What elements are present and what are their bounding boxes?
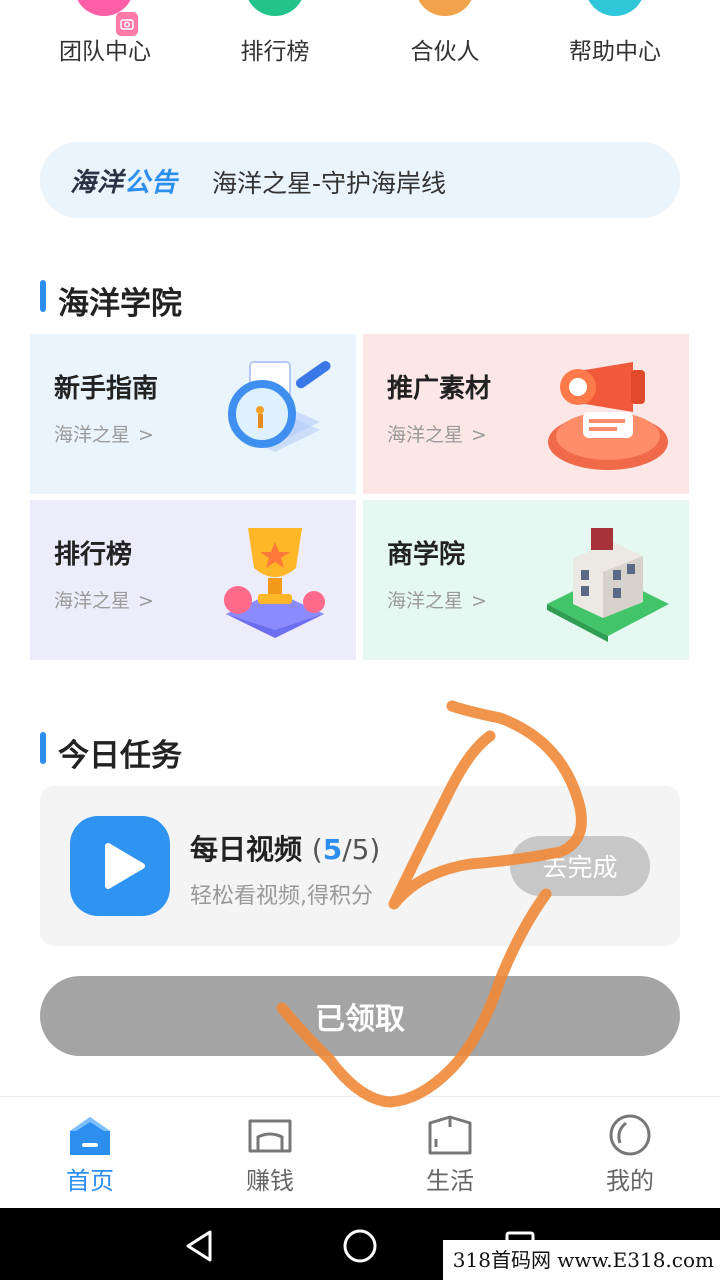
magnifier-document-icon — [228, 361, 331, 452]
tasks-title: 今日任务 — [58, 738, 182, 774]
tab-mine[interactable]: 我的 — [540, 1097, 720, 1209]
card-title: 商学院 — [387, 540, 466, 570]
card-ranking[interactable]: 排行榜 海洋之星 > — [30, 500, 356, 660]
card-subtitle: 海洋之星 > — [54, 590, 154, 612]
ranking-icon[interactable] — [245, 0, 305, 16]
section-accent-bar — [40, 732, 46, 764]
trophy-icon — [224, 528, 325, 638]
tab-label: 赚钱 — [246, 1167, 294, 1195]
card-title: 新手指南 — [54, 374, 159, 404]
claimed-button[interactable]: 已领取 — [40, 976, 680, 1056]
profile-icon — [609, 1114, 651, 1156]
help-center-icon[interactable] — [585, 0, 645, 16]
card-subtitle: 海洋之星 > — [387, 590, 487, 612]
academy-title: 海洋学院 — [58, 286, 182, 322]
card-title: 排行榜 — [54, 540, 133, 570]
home-icon — [70, 1117, 110, 1155]
card-business-school[interactable]: 商学院 海洋之星 > — [363, 500, 689, 660]
card-promo-material[interactable]: 推广素材 海洋之星 > — [363, 334, 689, 494]
go-complete-button[interactable]: 去完成 — [510, 836, 650, 896]
tab-home[interactable]: 首页 — [0, 1097, 180, 1209]
tab-life[interactable]: 生活 — [360, 1097, 540, 1209]
partner-icon[interactable] — [415, 0, 475, 16]
section-accent-bar — [40, 280, 46, 312]
card-title: 推广素材 — [387, 374, 492, 404]
tab-label: 生活 — [426, 1167, 474, 1195]
chevron-right-icon: > — [138, 590, 154, 612]
help-center-label[interactable]: 帮助中心 — [545, 32, 685, 66]
card-subtitle: 海洋之星 > — [54, 424, 154, 446]
task-title: 每日视频 (5/5) — [190, 833, 381, 866]
notice-text[interactable]: 海洋之星-守护海岸线 — [212, 164, 446, 200]
chevron-right-icon: > — [138, 424, 154, 446]
daily-video-task: 每日视频 (5/5) 轻松看视频,得积分 去完成 — [40, 786, 680, 946]
tab-earn[interactable]: 赚钱 — [180, 1097, 360, 1209]
task-progress: (5/5) — [311, 833, 381, 866]
back-icon[interactable] — [180, 1226, 220, 1266]
chevron-right-icon: > — [471, 590, 487, 612]
notice-brand: 海洋公告 — [70, 168, 179, 198]
task-subtitle: 轻松看视频,得积分 — [190, 884, 373, 909]
life-icon — [428, 1115, 472, 1155]
card-subtitle: 海洋之星 > — [387, 424, 487, 446]
watermark: 318首码网 www.E318.com — [442, 1240, 720, 1280]
ranking-label[interactable]: 排行榜 — [205, 32, 345, 66]
partner-label[interactable]: 合伙人 — [375, 32, 515, 66]
building-icon — [547, 528, 669, 642]
megaphone-icon — [548, 362, 668, 470]
chevron-right-icon: > — [471, 424, 487, 446]
tab-bar: 首页 赚钱 生活 我的 — [0, 1096, 720, 1209]
notice-bar[interactable]: 海洋公告 海洋之星-守护海岸线 — [40, 142, 680, 218]
home-circle-icon[interactable] — [340, 1226, 380, 1266]
team-center-label[interactable]: 团队中心 — [35, 32, 175, 66]
tab-label: 我的 — [606, 1167, 654, 1195]
card-beginner-guide[interactable]: 新手指南 海洋之星 > — [30, 334, 356, 494]
play-icon — [70, 816, 170, 916]
wallet-icon — [248, 1119, 292, 1153]
tab-label: 首页 — [66, 1167, 114, 1195]
system-nav-bar: 318首码网 www.E318.com — [0, 1208, 720, 1280]
